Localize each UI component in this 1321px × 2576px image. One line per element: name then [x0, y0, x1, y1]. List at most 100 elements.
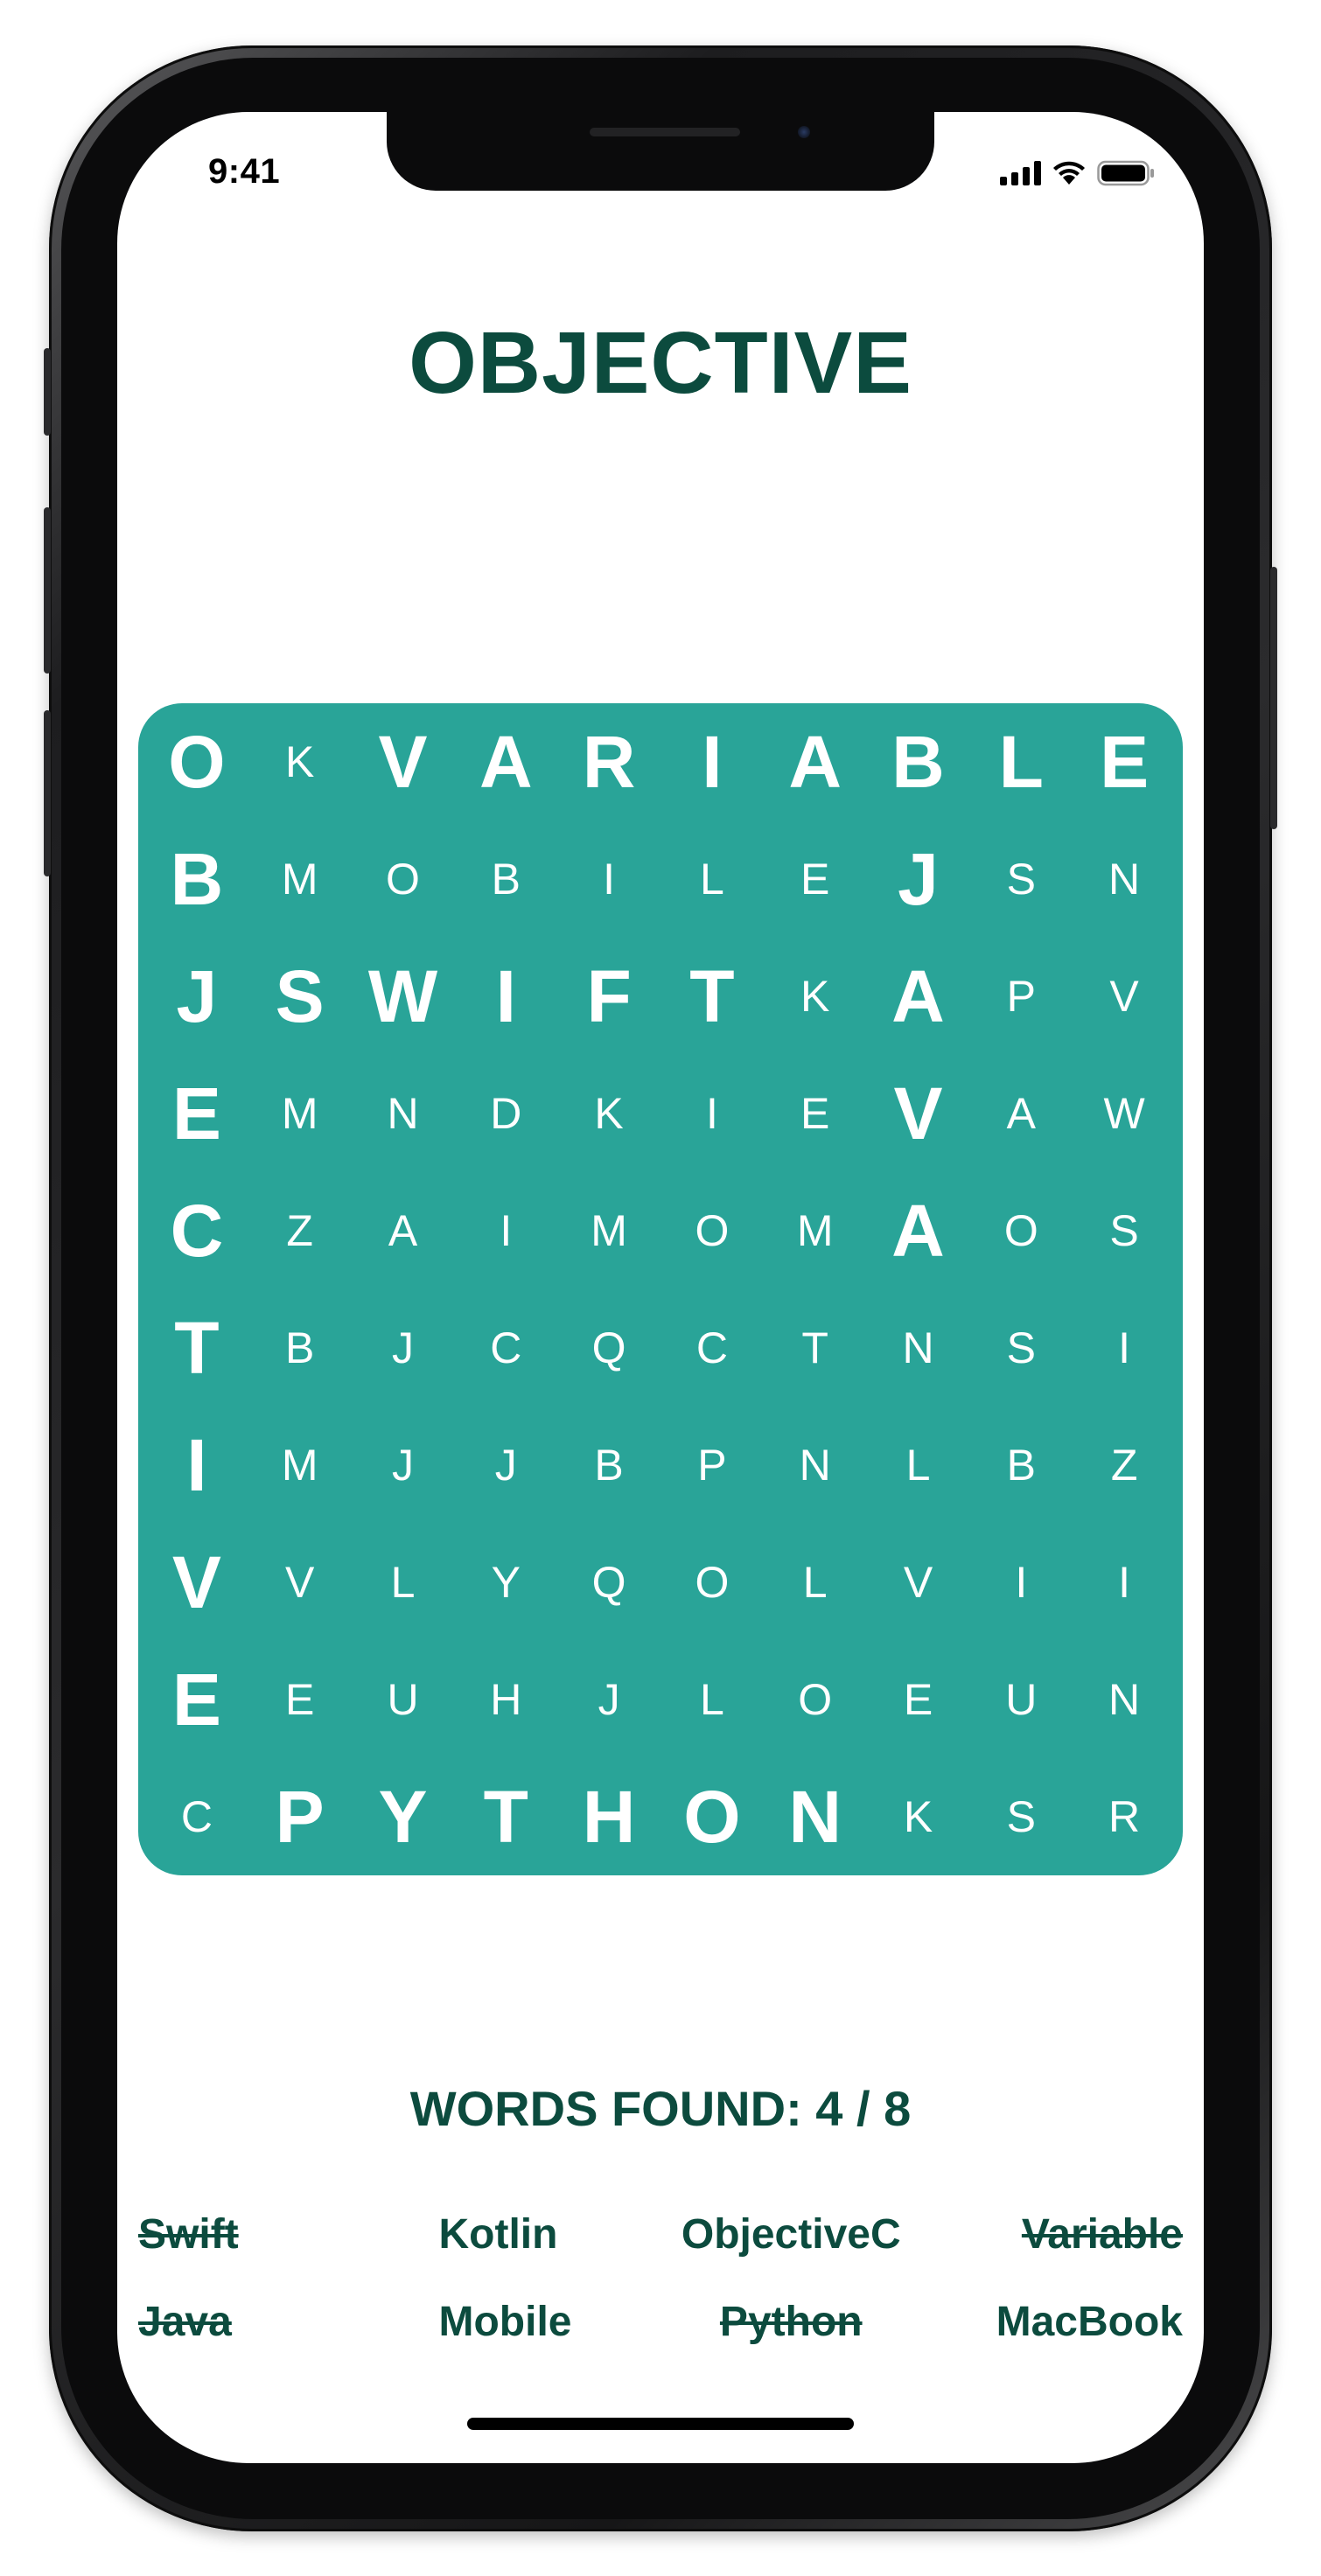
- grid-cell[interactable]: N: [764, 1407, 867, 1524]
- grid-cell[interactable]: A: [867, 1172, 970, 1289]
- grid-cell[interactable]: M: [248, 820, 352, 938]
- grid-cell[interactable]: I: [660, 1055, 764, 1172]
- grid-cell[interactable]: A: [764, 703, 867, 820]
- grid-cell[interactable]: Q: [557, 1524, 660, 1641]
- grid-cell[interactable]: K: [557, 1055, 660, 1172]
- grid-cell[interactable]: T: [145, 1289, 248, 1407]
- home-indicator[interactable]: [467, 2418, 854, 2430]
- grid-cell[interactable]: A: [969, 1055, 1073, 1172]
- grid-cell[interactable]: L: [969, 703, 1073, 820]
- grid-cell[interactable]: Z: [248, 1172, 352, 1289]
- grid-cell[interactable]: Z: [1073, 1407, 1176, 1524]
- grid-cell[interactable]: H: [454, 1641, 557, 1758]
- grid-cell[interactable]: J: [352, 1407, 455, 1524]
- grid-cell[interactable]: I: [454, 938, 557, 1055]
- grid-cell[interactable]: B: [248, 1289, 352, 1407]
- grid-cell[interactable]: I: [557, 820, 660, 938]
- grid-cell[interactable]: C: [454, 1289, 557, 1407]
- grid-cell[interactable]: C: [660, 1289, 764, 1407]
- grid-cell[interactable]: U: [969, 1641, 1073, 1758]
- grid-cell[interactable]: L: [660, 820, 764, 938]
- grid-cell[interactable]: R: [557, 703, 660, 820]
- grid-cell[interactable]: N: [1073, 820, 1176, 938]
- grid-cell[interactable]: E: [145, 1055, 248, 1172]
- grid-cell[interactable]: K: [248, 703, 352, 820]
- grid-cell[interactable]: J: [867, 820, 970, 938]
- grid-cell[interactable]: O: [764, 1641, 867, 1758]
- grid-cell[interactable]: Q: [557, 1289, 660, 1407]
- grid-cell[interactable]: V: [248, 1524, 352, 1641]
- grid-cell[interactable]: B: [867, 703, 970, 820]
- grid-cell[interactable]: J: [352, 1289, 455, 1407]
- grid-cell[interactable]: I: [1073, 1289, 1176, 1407]
- grid-cell[interactable]: B: [557, 1407, 660, 1524]
- grid-cell[interactable]: P: [969, 938, 1073, 1055]
- grid-cell[interactable]: N: [764, 1758, 867, 1875]
- grid-cell[interactable]: E: [145, 1641, 248, 1758]
- grid-cell[interactable]: S: [1073, 1172, 1176, 1289]
- grid-cell[interactable]: O: [145, 703, 248, 820]
- grid-cell[interactable]: U: [352, 1641, 455, 1758]
- grid-cell[interactable]: T: [660, 938, 764, 1055]
- grid-cell[interactable]: N: [1073, 1641, 1176, 1758]
- grid-cell[interactable]: K: [867, 1758, 970, 1875]
- grid-cell[interactable]: M: [557, 1172, 660, 1289]
- grid-cell[interactable]: S: [969, 820, 1073, 938]
- grid-cell[interactable]: O: [660, 1524, 764, 1641]
- grid-cell[interactable]: R: [1073, 1758, 1176, 1875]
- grid-cell[interactable]: M: [248, 1407, 352, 1524]
- grid-cell[interactable]: E: [764, 1055, 867, 1172]
- grid-cell[interactable]: I: [454, 1172, 557, 1289]
- grid-cell[interactable]: O: [969, 1172, 1073, 1289]
- grid-cell[interactable]: A: [867, 938, 970, 1055]
- grid-cell[interactable]: E: [1073, 703, 1176, 820]
- grid-cell[interactable]: W: [352, 938, 455, 1055]
- grid-cell[interactable]: S: [969, 1289, 1073, 1407]
- grid-cell[interactable]: I: [969, 1524, 1073, 1641]
- grid-cell[interactable]: F: [557, 938, 660, 1055]
- grid-cell[interactable]: B: [145, 820, 248, 938]
- grid-cell[interactable]: I: [1073, 1524, 1176, 1641]
- grid-cell[interactable]: C: [145, 1758, 248, 1875]
- grid-cell[interactable]: L: [764, 1524, 867, 1641]
- grid-cell[interactable]: N: [867, 1289, 970, 1407]
- grid-cell[interactable]: B: [969, 1407, 1073, 1524]
- grid-cell[interactable]: N: [352, 1055, 455, 1172]
- grid-cell[interactable]: T: [454, 1758, 557, 1875]
- grid-cell[interactable]: W: [1073, 1055, 1176, 1172]
- grid-cell[interactable]: D: [454, 1055, 557, 1172]
- grid-cell[interactable]: A: [454, 703, 557, 820]
- grid-cell[interactable]: V: [1073, 938, 1176, 1055]
- grid-cell[interactable]: V: [145, 1524, 248, 1641]
- grid-cell[interactable]: Y: [454, 1524, 557, 1641]
- grid-cell[interactable]: V: [352, 703, 455, 820]
- grid-cell[interactable]: L: [352, 1524, 455, 1641]
- grid-cell[interactable]: V: [867, 1055, 970, 1172]
- grid-cell[interactable]: O: [352, 820, 455, 938]
- grid-cell[interactable]: E: [764, 820, 867, 938]
- grid-cell[interactable]: O: [660, 1172, 764, 1289]
- grid-cell[interactable]: J: [454, 1407, 557, 1524]
- grid-cell[interactable]: K: [764, 938, 867, 1055]
- grid-cell[interactable]: E: [867, 1641, 970, 1758]
- grid-cell[interactable]: P: [248, 1758, 352, 1875]
- grid-cell[interactable]: Y: [352, 1758, 455, 1875]
- grid-cell[interactable]: O: [660, 1758, 764, 1875]
- grid-cell[interactable]: H: [557, 1758, 660, 1875]
- grid-cell[interactable]: M: [248, 1055, 352, 1172]
- grid-cell[interactable]: L: [660, 1641, 764, 1758]
- grid-cell[interactable]: V: [867, 1524, 970, 1641]
- grid-cell[interactable]: L: [867, 1407, 970, 1524]
- grid-cell[interactable]: J: [145, 938, 248, 1055]
- grid-cell[interactable]: I: [145, 1407, 248, 1524]
- grid-cell[interactable]: J: [557, 1641, 660, 1758]
- grid-cell[interactable]: B: [454, 820, 557, 938]
- grid-cell[interactable]: C: [145, 1172, 248, 1289]
- grid-cell[interactable]: I: [660, 703, 764, 820]
- grid-cell[interactable]: S: [969, 1758, 1073, 1875]
- grid-cell[interactable]: A: [352, 1172, 455, 1289]
- grid-cell[interactable]: S: [248, 938, 352, 1055]
- grid-cell[interactable]: T: [764, 1289, 867, 1407]
- grid-cell[interactable]: M: [764, 1172, 867, 1289]
- grid-cell[interactable]: P: [660, 1407, 764, 1524]
